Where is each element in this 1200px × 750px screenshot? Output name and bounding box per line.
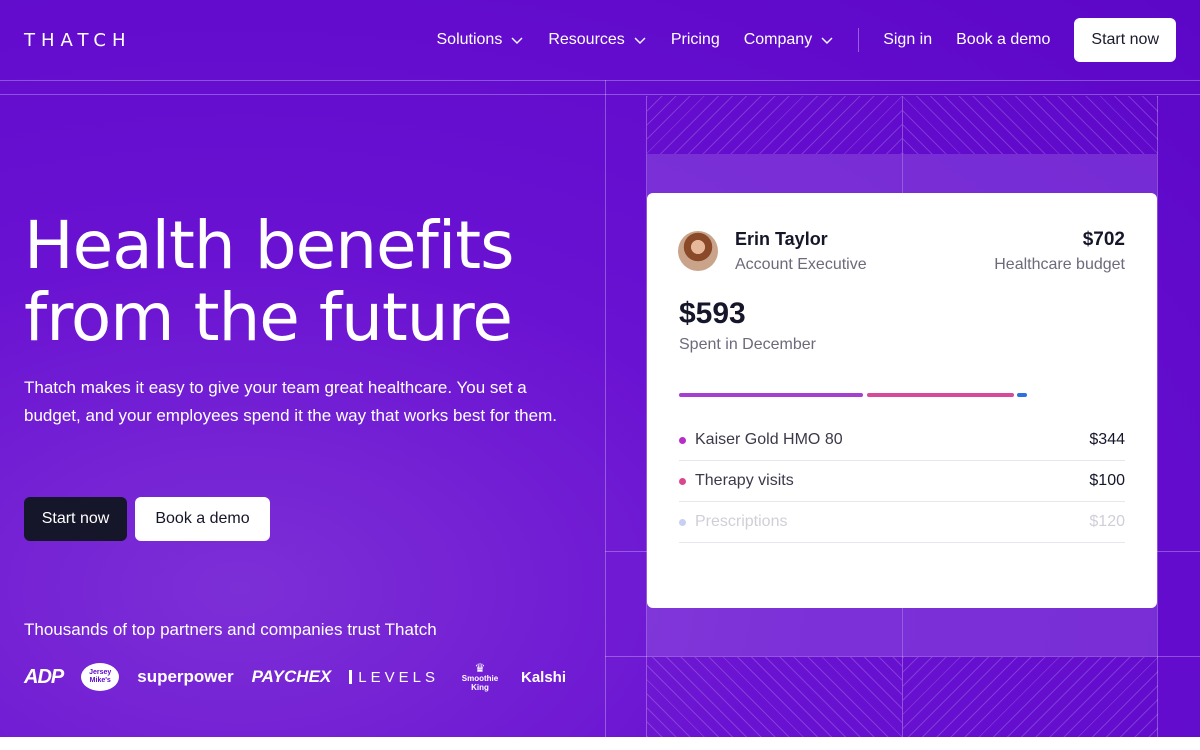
chevron-down-icon [821,37,833,44]
divider [1157,96,1158,737]
hero-title-line2: from the future [24,279,513,356]
hero-book-demo-button[interactable]: Book a demo [135,497,270,541]
levels-mark-icon [349,670,353,684]
expense-amount: $344 [1089,431,1125,448]
hatch-pattern [647,96,902,154]
expense-label: Kaiser Gold HMO 80 [695,431,843,448]
divider [0,94,1200,95]
spend-bar-segment [679,393,863,397]
hatch-pattern [647,657,902,737]
top-nav: THATCH Solutions Resources Pricing Compa… [0,0,1200,80]
paychex-logo: PAYCHEX [252,667,332,687]
nav-pricing[interactable]: Pricing [671,31,720,49]
adp-logo-text: ADP [24,665,64,688]
partner-logos: ADP Jersey Mike's superpower PAYCHEX LEV… [24,660,584,694]
expense-row: Prescriptions $120 [679,502,1125,543]
crown-icon: ♛ [474,661,486,675]
page-bottom-edge [0,737,1200,750]
nav-resources[interactable]: Resources [548,31,646,49]
employee-name: Erin Taylor [735,229,828,249]
spend-bar-segment [1017,393,1027,397]
hero-section: THATCH Solutions Resources Pricing Compa… [0,0,1200,737]
bullet-icon [679,518,686,526]
hero-subtitle: Thatch makes it easy to give your team g… [24,378,557,425]
hero-title: Health benefits from the future [24,210,584,354]
nav-solutions-label: Solutions [436,31,503,48]
nav-solutions[interactable]: Solutions [437,31,525,49]
divider [0,80,1200,81]
employee-role: Account Executive [735,256,867,273]
superpower-logo: superpower [137,667,233,687]
hatch-pattern [903,657,1158,737]
book-demo-link[interactable]: Book a demo [956,31,1050,49]
expense-label: Prescriptions [695,513,788,530]
nav-company-label: Company [743,31,813,48]
expense-row: Therapy visits $100 [679,461,1125,502]
chevron-down-icon [511,37,523,44]
kalshi-logo-text: Kalshi [520,668,566,686]
expense-row: Kaiser Gold HMO 80 $344 [679,420,1125,461]
kalshi-logo: Kalshi [521,669,566,686]
bullet-icon [679,477,686,485]
spent-label: Spent in December [679,336,816,353]
nav-links: Solutions Resources Pricing Company Sign… [437,18,1176,62]
nav-divider [858,28,860,52]
adp-logo: ADP [24,665,64,689]
thatch-logo[interactable]: THATCH [24,30,132,51]
spent-amount: $593 [679,297,746,330]
nav-pricing-label: Pricing [670,31,720,48]
hatch-pattern [903,96,1158,154]
expense-amount: $120 [1089,513,1125,530]
superpower-logo-text: superpower [137,667,234,686]
budget-card: Erin Taylor Account Executive $702 Healt… [647,193,1157,608]
expense-amount: $100 [1089,472,1125,489]
budget-amount: $702 [1082,229,1125,250]
nav-company[interactable]: Company [744,31,834,49]
hero-start-now-button[interactable]: Start now [24,497,127,541]
levels-logo-text: LEVELS [358,668,439,686]
nav-resources-label: Resources [548,31,625,48]
jersey-mikes-logo-text: Jersey Mike's [89,669,112,684]
trust-text: Thousands of top partners and companies … [24,620,437,639]
chevron-down-icon [634,37,646,44]
smoothie-king-logo: ♛ Smoothie King [457,662,503,692]
hero-title-line1: Health benefits [24,207,514,284]
budget-label: Healthcare budget [994,256,1125,273]
paychex-logo-text: PAYCHEX [251,667,332,686]
spend-bar-segment [867,393,1014,397]
levels-logo: LEVELS [349,669,439,686]
divider [605,80,606,737]
start-now-button[interactable]: Start now [1074,18,1176,62]
expense-label: Therapy visits [695,472,794,489]
bullet-icon [679,436,686,444]
smoothie-king-logo-text: Smoothie King [461,674,499,692]
avatar [678,231,718,271]
sign-in-link[interactable]: Sign in [883,31,932,49]
jersey-mikes-logo: Jersey Mike's [81,663,120,691]
